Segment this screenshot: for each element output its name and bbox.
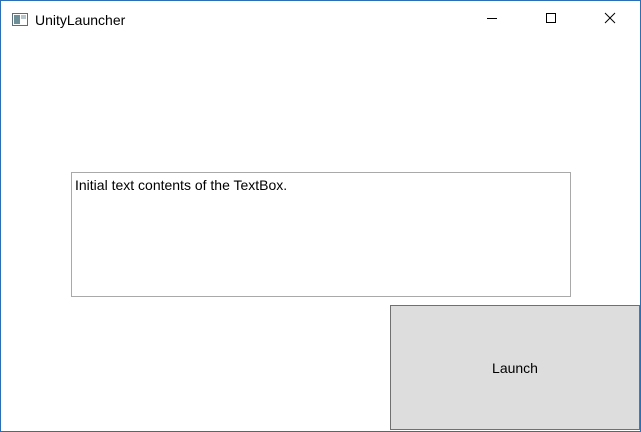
window-app-icon <box>12 13 28 26</box>
maximize-button[interactable] <box>522 1 580 39</box>
minimize-icon <box>486 11 498 29</box>
app-window: UnityLauncher Initial text contents of t… <box>0 0 641 432</box>
text-box-value: Initial text contents of the TextBox. <box>75 177 288 193</box>
close-icon <box>604 11 616 29</box>
minimize-button[interactable] <box>463 1 521 39</box>
title-bar[interactable]: UnityLauncher <box>1 1 640 39</box>
launch-button-label: Launch <box>492 359 538 376</box>
close-button[interactable] <box>581 1 639 39</box>
window-title: UnityLauncher <box>35 12 126 28</box>
text-box[interactable]: Initial text contents of the TextBox. <box>71 172 571 297</box>
launch-button[interactable]: Launch <box>390 305 640 430</box>
maximize-icon <box>545 11 557 29</box>
